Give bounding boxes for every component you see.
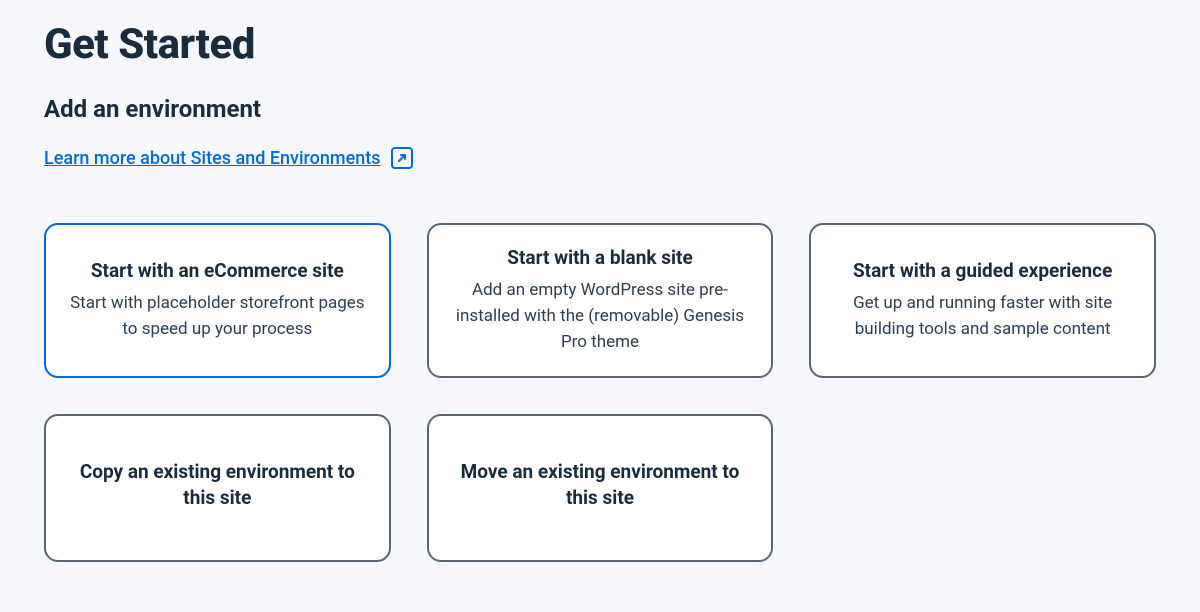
card-blank-site[interactable]: Start with a blank site Add an empty Wor…	[427, 223, 774, 378]
card-title: Move an existing environment to this sit…	[453, 459, 748, 510]
card-desc: Add an empty WordPress site pre-installe…	[453, 277, 748, 356]
card-move-environment[interactable]: Move an existing environment to this sit…	[427, 414, 774, 562]
external-link-icon	[391, 147, 413, 169]
card-guided-experience[interactable]: Start with a guided experience Get up an…	[809, 223, 1156, 378]
option-card-grid: Start with an eCommerce site Start with …	[44, 223, 1156, 562]
card-title: Copy an existing environment to this sit…	[70, 459, 365, 510]
page-subtitle: Add an environment	[44, 95, 1156, 123]
card-ecommerce[interactable]: Start with an eCommerce site Start with …	[44, 223, 391, 378]
card-title: Start with a guided experience	[835, 258, 1130, 284]
learn-more-link[interactable]: Learn more about Sites and Environments	[44, 147, 413, 169]
card-copy-environment[interactable]: Copy an existing environment to this sit…	[44, 414, 391, 562]
card-desc: Get up and running faster with site buil…	[835, 290, 1130, 343]
learn-more-text: Learn more about Sites and Environments	[44, 148, 381, 169]
card-desc: Start with placeholder storefront pages …	[70, 290, 365, 343]
page-title: Get Started	[44, 20, 1156, 69]
card-title: Start with an eCommerce site	[70, 258, 365, 284]
card-title: Start with a blank site	[453, 245, 748, 271]
